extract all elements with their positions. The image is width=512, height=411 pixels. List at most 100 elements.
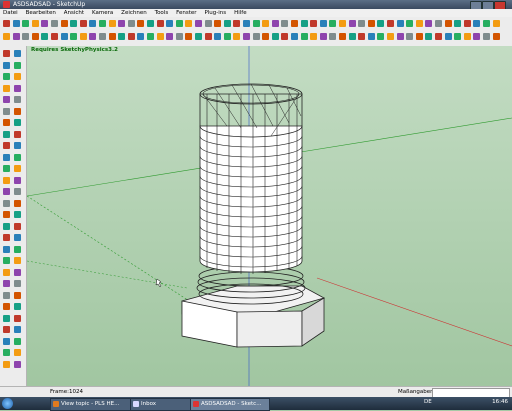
- toolbar-tool-icon[interactable]: [70, 20, 78, 27]
- side-tool-icon[interactable]: [3, 199, 10, 207]
- toolbar-tool-icon[interactable]: [358, 33, 366, 40]
- side-tool-icon[interactable]: [3, 107, 10, 115]
- toolbar-tool-icon[interactable]: [262, 20, 270, 27]
- toolbar-tool-icon[interactable]: [377, 33, 385, 40]
- menu-camera[interactable]: Kamera: [89, 9, 116, 17]
- language-indicator[interactable]: DE: [424, 399, 432, 405]
- taskbar-item-inbox[interactable]: Inbox: [130, 398, 198, 411]
- toolbar-tool-icon[interactable]: [492, 33, 500, 40]
- toolbar-tool-icon[interactable]: [147, 33, 154, 40]
- side-tool-icon[interactable]: [3, 211, 10, 218]
- toolbar-tool-icon[interactable]: [281, 20, 289, 27]
- side-tool-icon[interactable]: [14, 360, 21, 368]
- toolbar-tool-icon[interactable]: [406, 33, 414, 40]
- side-tool-icon[interactable]: [3, 280, 10, 287]
- menu-window[interactable]: Fenster: [173, 9, 199, 17]
- toolbar-tool-icon[interactable]: [223, 20, 231, 27]
- side-tool-icon[interactable]: [14, 291, 21, 299]
- toolbar-tool-icon[interactable]: [127, 20, 135, 27]
- toolbar-tool-icon[interactable]: [70, 33, 78, 40]
- side-tool-icon[interactable]: [3, 176, 10, 184]
- side-tool-icon[interactable]: [3, 234, 10, 241]
- taskbar-item-sketchup[interactable]: ASDSADSAD - Sketc...: [190, 398, 270, 411]
- toolbar-tool-icon[interactable]: [358, 20, 366, 27]
- side-tool-icon[interactable]: [3, 360, 10, 368]
- toolbar-tool-icon[interactable]: [243, 33, 250, 40]
- toolbar-tool-icon[interactable]: [147, 20, 154, 27]
- toolbar-tool-icon[interactable]: [396, 33, 404, 40]
- toolbar-tool-icon[interactable]: [425, 20, 433, 27]
- toolbar-tool-icon[interactable]: [319, 33, 327, 40]
- toolbar-tool-icon[interactable]: [195, 20, 202, 27]
- toolbar-tool-icon[interactable]: [319, 20, 327, 27]
- toolbar-tool-icon[interactable]: [473, 33, 481, 40]
- toolbar-tool-icon[interactable]: [204, 20, 212, 27]
- toolbar-tool-icon[interactable]: [377, 20, 385, 27]
- side-tool-icon[interactable]: [3, 153, 10, 161]
- toolbar-tool-icon[interactable]: [22, 33, 30, 40]
- toolbar-tool-icon[interactable]: [99, 33, 106, 40]
- side-tool-icon[interactable]: [14, 199, 21, 207]
- toolbar-tool-icon[interactable]: [156, 33, 164, 40]
- toolbar-tool-icon[interactable]: [415, 33, 423, 40]
- toolbar-tool-icon[interactable]: [435, 33, 442, 40]
- side-tool-icon[interactable]: [3, 119, 10, 126]
- menu-plugins[interactable]: Plug-ins: [201, 9, 229, 17]
- toolbar-tool-icon[interactable]: [79, 20, 87, 27]
- side-tool-icon[interactable]: [3, 349, 10, 356]
- side-tool-icon[interactable]: [14, 337, 21, 345]
- side-tool-icon[interactable]: [3, 268, 10, 276]
- toolbar-tool-icon[interactable]: [271, 20, 279, 27]
- side-tool-icon[interactable]: [14, 153, 21, 161]
- toolbar-tool-icon[interactable]: [89, 33, 97, 40]
- toolbar-tool-icon[interactable]: [252, 33, 260, 40]
- side-tool-icon[interactable]: [14, 73, 21, 80]
- toolbar-tool-icon[interactable]: [262, 33, 270, 40]
- side-tool-icon[interactable]: [14, 245, 21, 253]
- toolbar-tool-icon[interactable]: [118, 20, 126, 27]
- toolbar-tool-icon[interactable]: [195, 33, 202, 40]
- side-tool-icon[interactable]: [3, 222, 10, 230]
- start-button[interactable]: [2, 398, 13, 409]
- side-tool-icon[interactable]: [3, 245, 10, 253]
- side-tool-icon[interactable]: [3, 188, 10, 195]
- side-tool-icon[interactable]: [3, 130, 10, 138]
- toolbar-tool-icon[interactable]: [300, 20, 308, 27]
- toolbar-tool-icon[interactable]: [444, 20, 452, 27]
- side-tool-icon[interactable]: [14, 303, 21, 310]
- toolbar-tool-icon[interactable]: [329, 20, 337, 27]
- side-tool-icon[interactable]: [14, 50, 21, 57]
- toolbar-tool-icon[interactable]: [89, 20, 97, 27]
- side-tool-icon[interactable]: [14, 96, 21, 103]
- side-tool-icon[interactable]: [14, 280, 21, 287]
- toolbar-tool-icon[interactable]: [435, 20, 442, 27]
- toolbar-tool-icon[interactable]: [310, 33, 318, 40]
- toolbar-tool-icon[interactable]: [156, 20, 164, 27]
- toolbar-tool-icon[interactable]: [281, 33, 289, 40]
- toolbar-tool-icon[interactable]: [233, 33, 241, 40]
- menu-tools[interactable]: Tools: [152, 9, 172, 17]
- toolbar-tool-icon[interactable]: [339, 33, 346, 40]
- toolbar-tool-icon[interactable]: [41, 20, 49, 27]
- toolbar-tool-icon[interactable]: [3, 20, 10, 27]
- toolbar-tool-icon[interactable]: [463, 20, 471, 27]
- toolbar-tool-icon[interactable]: [51, 20, 58, 27]
- toolbar-tool-icon[interactable]: [473, 20, 481, 27]
- side-tool-icon[interactable]: [14, 326, 21, 333]
- toolbar-tool-icon[interactable]: [492, 20, 500, 27]
- menu-file[interactable]: Datei: [0, 9, 21, 17]
- side-tool-icon[interactable]: [14, 211, 21, 218]
- toolbar-tool-icon[interactable]: [329, 33, 337, 40]
- side-tool-icon[interactable]: [14, 257, 21, 264]
- toolbar-tool-icon[interactable]: [99, 20, 106, 27]
- toolbar-tool-icon[interactable]: [166, 33, 174, 40]
- side-tool-icon[interactable]: [3, 303, 10, 310]
- side-tool-icon[interactable]: [3, 84, 10, 92]
- toolbar-tool-icon[interactable]: [185, 33, 193, 40]
- toolbar-tool-icon[interactable]: [425, 33, 433, 40]
- toolbar-tool-icon[interactable]: [483, 33, 490, 40]
- toolbar-tool-icon[interactable]: [60, 33, 68, 40]
- menu-draw[interactable]: Zeichnen: [118, 9, 150, 17]
- side-tool-icon[interactable]: [14, 130, 21, 138]
- side-tool-icon[interactable]: [14, 234, 21, 241]
